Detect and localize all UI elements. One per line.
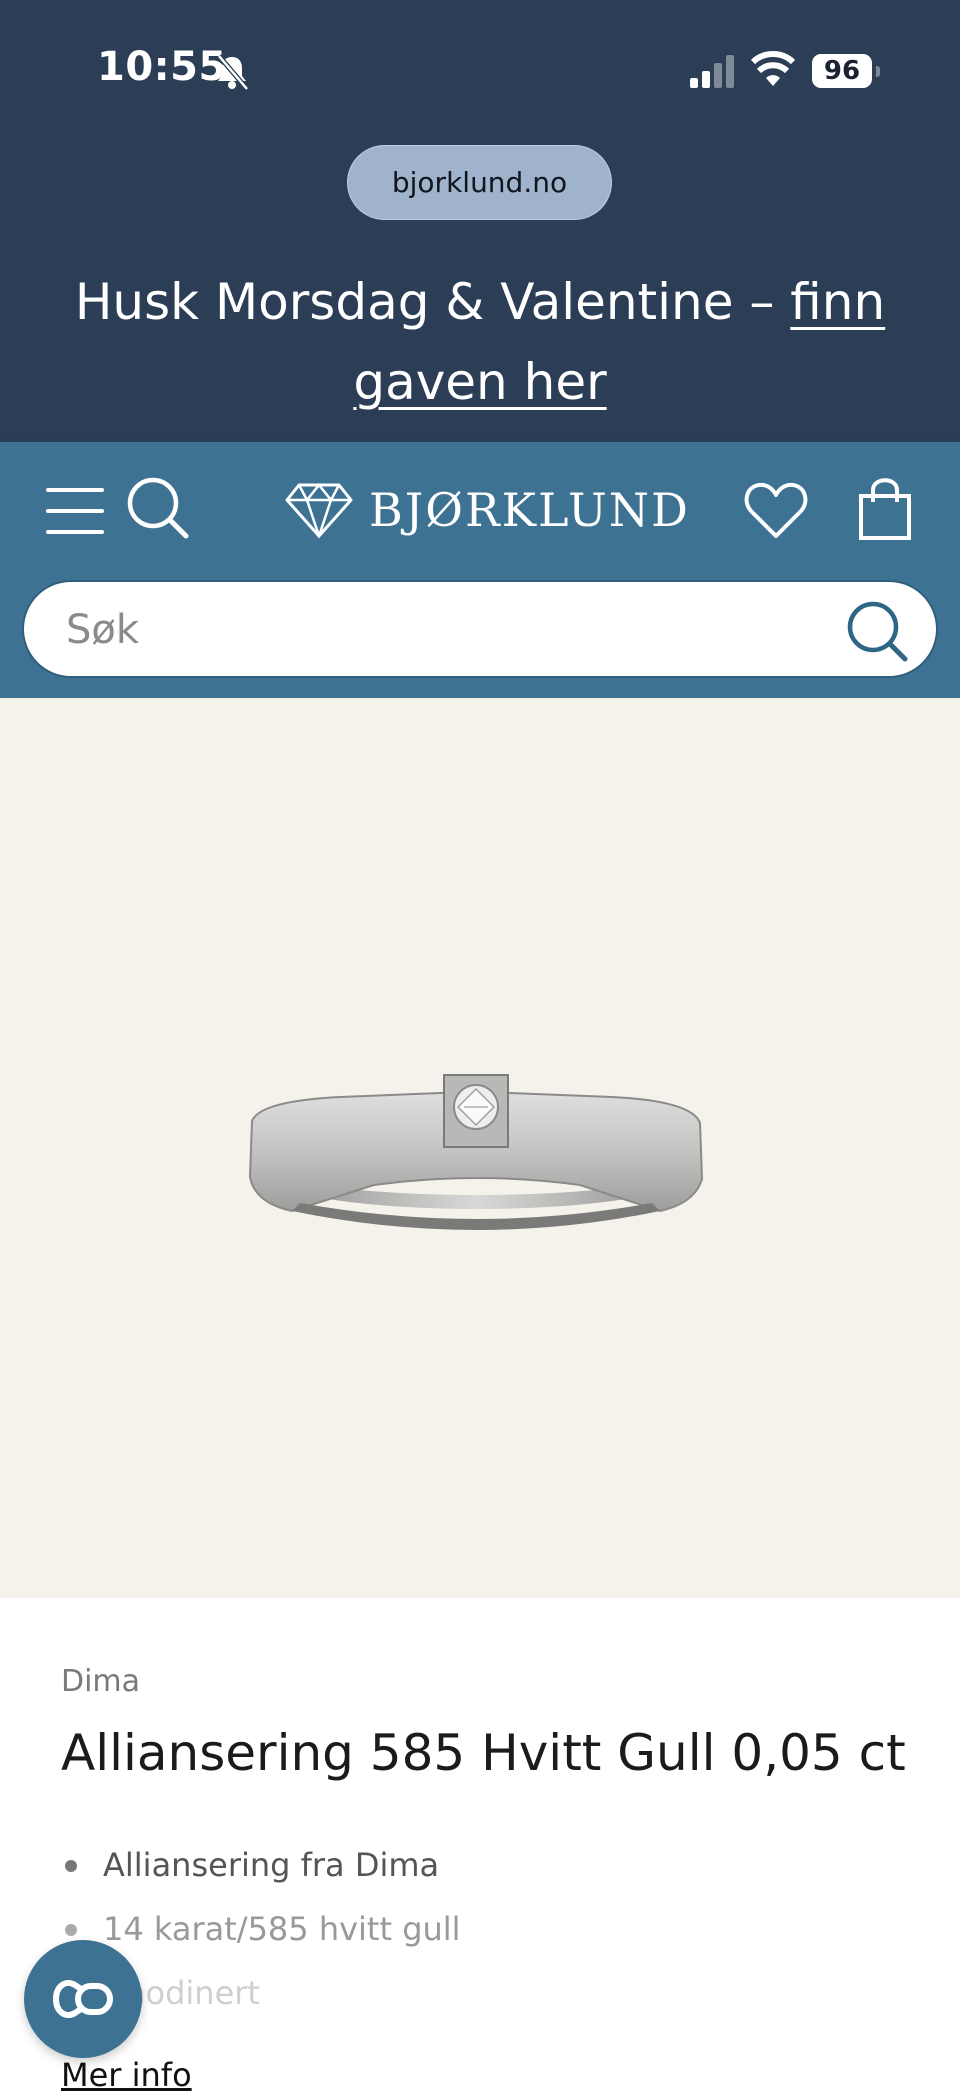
url-bar[interactable]: bjorklund.no [347, 145, 612, 220]
heart-icon[interactable] [744, 480, 808, 540]
promo-text: Husk Morsdag & Valentine – [74, 273, 791, 331]
search-icon[interactable] [126, 476, 190, 540]
wifi-icon [750, 51, 796, 86]
product-image-area[interactable] [0, 698, 960, 1598]
product-brand[interactable]: Dima [61, 1664, 140, 1699]
logo-text: BJØRKLUND [369, 483, 690, 537]
more-info-link[interactable]: Mer info [61, 2056, 192, 2094]
feature-item: Alliansering fra Dima [61, 1840, 881, 1904]
top-banner: 10:55 96 bjorklund.no Husk Morsdag & Val… [0, 0, 960, 442]
bullet-icon [65, 1924, 77, 1936]
diamond-icon [285, 482, 353, 538]
feature-item: 14 karat/585 hvitt gull [61, 1904, 881, 1968]
menu-icon[interactable] [46, 482, 104, 540]
product-ring-image [248, 1074, 704, 1230]
feature-item: Rhodinert [61, 1968, 881, 2032]
site-logo[interactable]: BJØRKLUND [285, 480, 690, 540]
product-title: Alliansering 585 Hvitt Gull 0,05 ct [61, 1724, 906, 1782]
feature-text: Alliansering fra Dima [103, 1846, 440, 1884]
cellular-signal-icon [690, 55, 734, 88]
search-input[interactable] [64, 582, 828, 678]
status-time: 10:55 [97, 44, 227, 90]
status-bar: 10:55 96 [0, 0, 960, 140]
search-bar [22, 580, 938, 678]
bullet-icon [65, 1860, 77, 1872]
bell-muted-icon [217, 54, 249, 91]
battery-level: 96 [812, 54, 872, 88]
chat-icon [53, 1979, 113, 2019]
product-features: Alliansering fra Dima 14 karat/585 hvitt… [61, 1840, 881, 2032]
search-submit-icon[interactable] [846, 600, 908, 662]
feature-text: 14 karat/585 hvitt gull [103, 1910, 461, 1948]
battery-tip [876, 66, 880, 77]
shopping-bag-icon[interactable] [858, 476, 912, 540]
chat-button[interactable] [24, 1940, 142, 2058]
promo-banner: Husk Morsdag & Valentine – finn gaven he… [40, 262, 920, 422]
battery-indicator: 96 [812, 54, 880, 88]
